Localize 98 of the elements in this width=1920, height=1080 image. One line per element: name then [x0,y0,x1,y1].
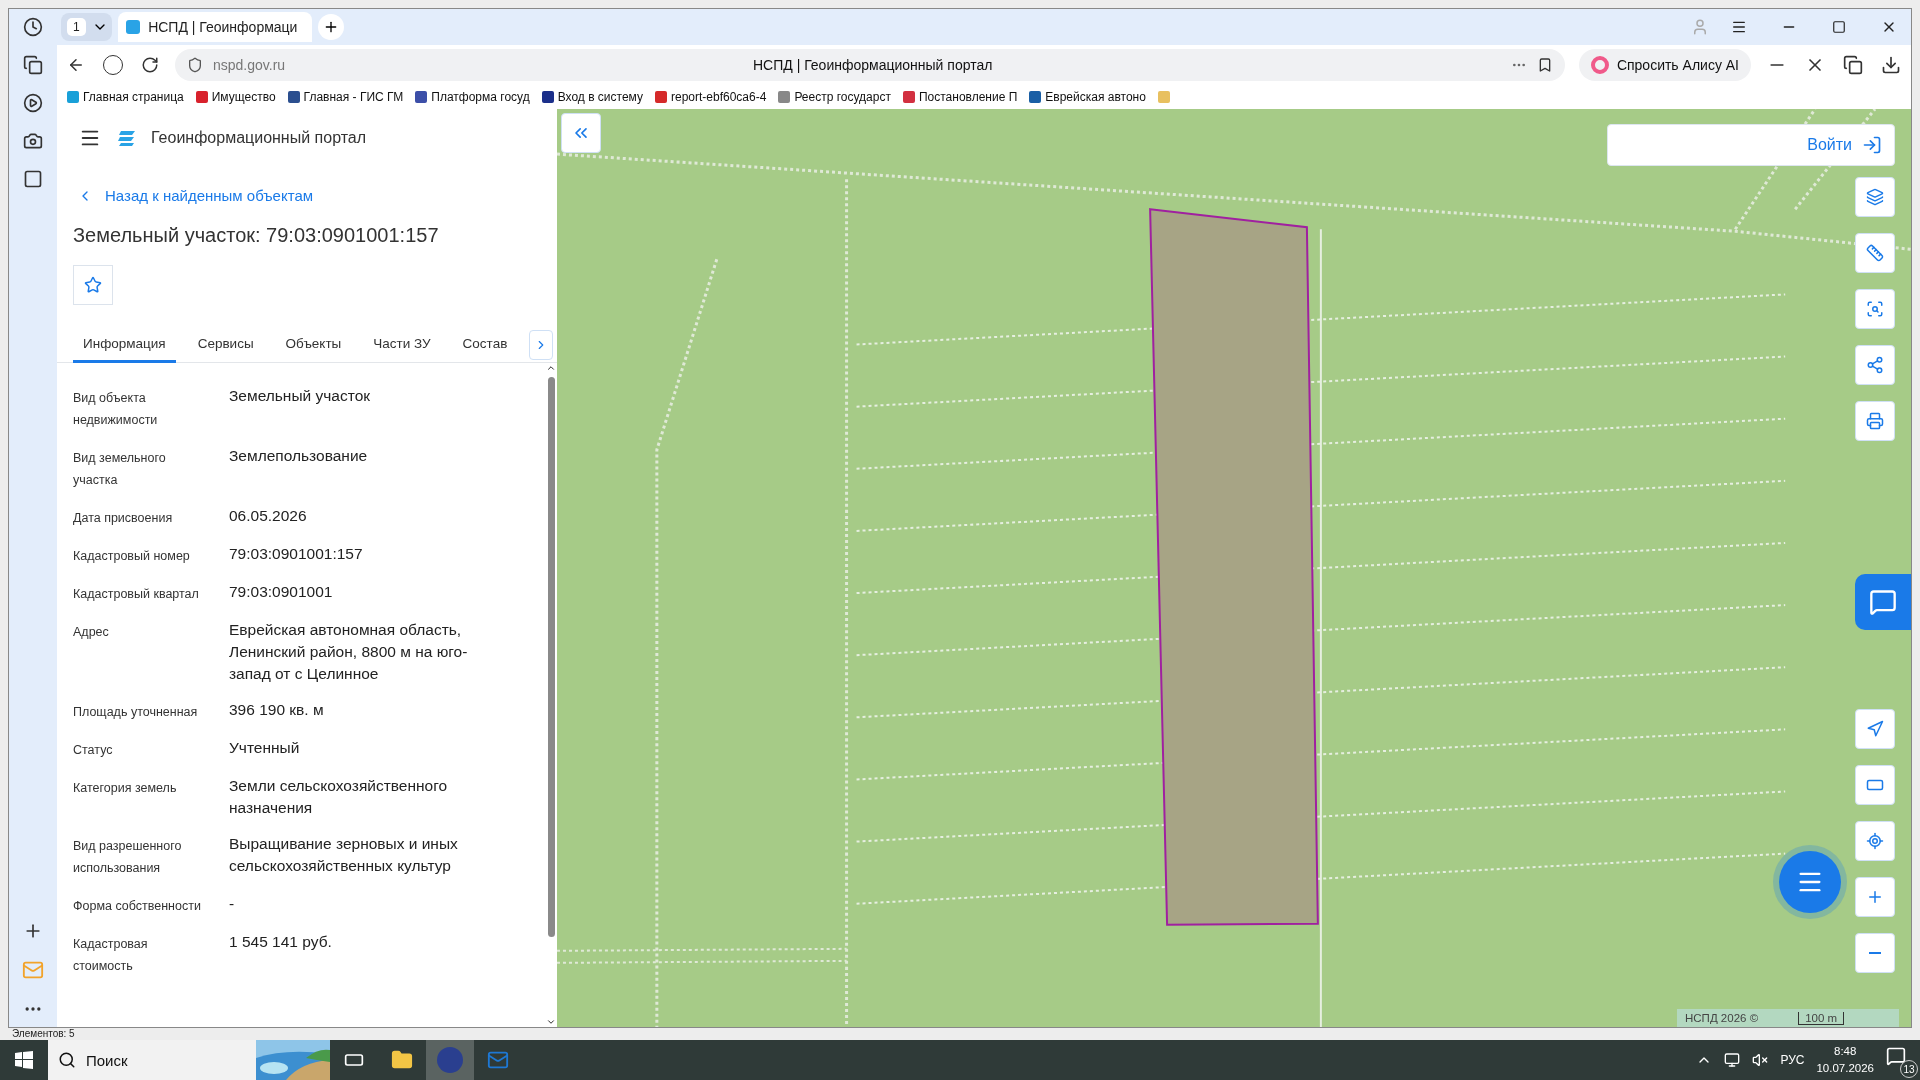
layers-button[interactable] [1855,177,1895,217]
print-button[interactable] [1855,401,1895,441]
field-label: Статус [73,742,114,759]
field-value: 79:03:0901001:157 [229,544,364,564]
envelope-icon [487,1049,509,1071]
new-tab-button[interactable] [318,14,345,40]
portal-logo-icon [117,128,137,148]
field-label: Адрес [73,624,110,641]
bookmark[interactable]: Платформа госуд [415,90,530,104]
windows-icon [15,1051,33,1069]
favicon-icon [126,20,141,34]
browser-tab[interactable]: НСПД | Геоинформаци [118,12,313,42]
play-icon[interactable] [23,93,43,113]
page-title: НСПД | Геоинформационный портал [753,57,994,73]
network-icon[interactable] [1724,1052,1741,1068]
locate-button[interactable] [1855,821,1895,861]
navigation-button[interactable] [1855,709,1895,749]
tab[interactable]: Информация [73,326,176,363]
portal-title: Геоинформационный портал [151,129,367,147]
field-label: Кадастровый квартал [73,586,200,603]
scrollbar-thumb[interactable] [547,377,555,937]
bookmark[interactable]: Имущество [195,90,276,104]
tab[interactable]: Состав [452,326,518,363]
notification-count: 13 [1900,1060,1918,1078]
mute-icon[interactable] [1752,1052,1769,1068]
bookmark[interactable]: report-ebf60ca6-4 [655,90,767,104]
tab[interactable]: Части ЗУ [363,326,441,363]
field-value: 06.05.2026 [229,506,308,526]
ruler-icon [1866,244,1884,262]
taskbar-search[interactable]: Поиск [48,1040,330,1080]
map-attribution: НСПД 2026 © [1685,1012,1759,1024]
field-value: - [229,894,236,914]
field-label: Кадастровая стоимость [73,936,149,975]
map-scale: 100 m [1798,1011,1845,1025]
folder-glyph-icon [391,1049,413,1071]
scan-icon [1866,300,1884,318]
tab[interactable]: Объекты [275,326,352,363]
zoom-in-icon [1866,888,1884,906]
frame-button[interactable] [1855,765,1895,805]
back-link[interactable]: Назад к найденным объектам [77,187,314,204]
field-value: Выращивание зерновых и иных сельскохозяйственных культур [229,834,459,876]
scan-button[interactable] [1855,289,1895,329]
tab[interactable]: Сервисы [187,326,264,363]
bookmark[interactable]: Постановление П [902,90,1018,104]
navigation-icon [1866,720,1884,738]
feedback-button[interactable] [1855,574,1911,630]
field-value: Учтенный [229,738,301,758]
field-label: Дата присвоения [73,510,174,527]
bookmark[interactable]: Главная страница [67,90,184,104]
field-value: Землепользование [229,446,369,466]
locate-icon [1866,832,1884,850]
bookmark[interactable]: Еврейская автоно [1029,90,1146,104]
field-label: Вид разрешенного использования [73,838,183,877]
field-value: 396 190 кв. м [229,700,325,720]
language-indicator[interactable]: РУС [1780,1053,1805,1067]
status-text: Элементов: 5 [11,1028,76,1040]
ruler-button[interactable] [1855,233,1895,273]
favorite-button[interactable] [73,265,113,305]
camera-icon[interactable] [23,131,43,151]
share-icon [1866,356,1884,374]
field-label: Площадь уточненная [73,704,199,721]
bookmark[interactable]: Реестр государст [778,90,891,104]
bookmark[interactable]: Главная - ГИС ГМ [287,90,404,104]
field-label: Кадастровый номер [73,548,191,565]
login-icon [1862,135,1882,155]
field-value: 79:03:0901001 [229,582,334,602]
field-value: Земельный участок [229,386,372,406]
field-value: Земли сельскохозяйственного назначения [229,776,449,818]
collections-icon[interactable] [23,55,43,75]
layers-icon [1866,188,1884,206]
tab-counter[interactable]: 1 [67,18,86,36]
search-icon [58,1051,76,1069]
clock-date[interactable]: 10.07.2026 [1816,1060,1874,1077]
object-title: Земельный участок: 79:03:0901001:157 [73,224,439,247]
clock-time[interactable]: 8:48 [1834,1043,1857,1060]
print-icon [1866,412,1884,430]
field-label: Вид объекта недвижимости [73,390,159,429]
chat-icon [1869,588,1897,616]
share-button[interactable] [1855,345,1895,385]
alice-button[interactable]: Спросить Алису AI [1578,49,1751,81]
field-value: 1 545 141 руб. [229,932,333,952]
circle-logo-icon [437,1047,463,1073]
history-icon[interactable] [23,17,43,37]
scroll-down-icon[interactable] [546,1017,556,1027]
scroll-up-icon[interactable] [546,363,556,373]
field-label: Категория земель [73,780,178,797]
message-icon [1886,1046,1906,1066]
url-text[interactable]: nspd.gov.ru [213,57,743,73]
address-bar[interactable]: nspd.gov.ru НСПД | Геоинформационный портал [175,49,1565,81]
field-label: Вид земельного участка [73,450,167,489]
bookmark[interactable]: Вход в систему [541,90,643,104]
zoom-in-button[interactable] [1855,877,1895,917]
field-value: Еврейская автономная область, Ленинский район, 8800 м на юго-запад от с Целинное [229,620,469,684]
shield-icon[interactable] [187,57,203,73]
login-button[interactable]: Войти [1607,124,1895,166]
collapse-panel-button[interactable] [561,113,601,153]
field-label: Форма собственности [73,898,202,915]
star-icon [84,276,102,294]
